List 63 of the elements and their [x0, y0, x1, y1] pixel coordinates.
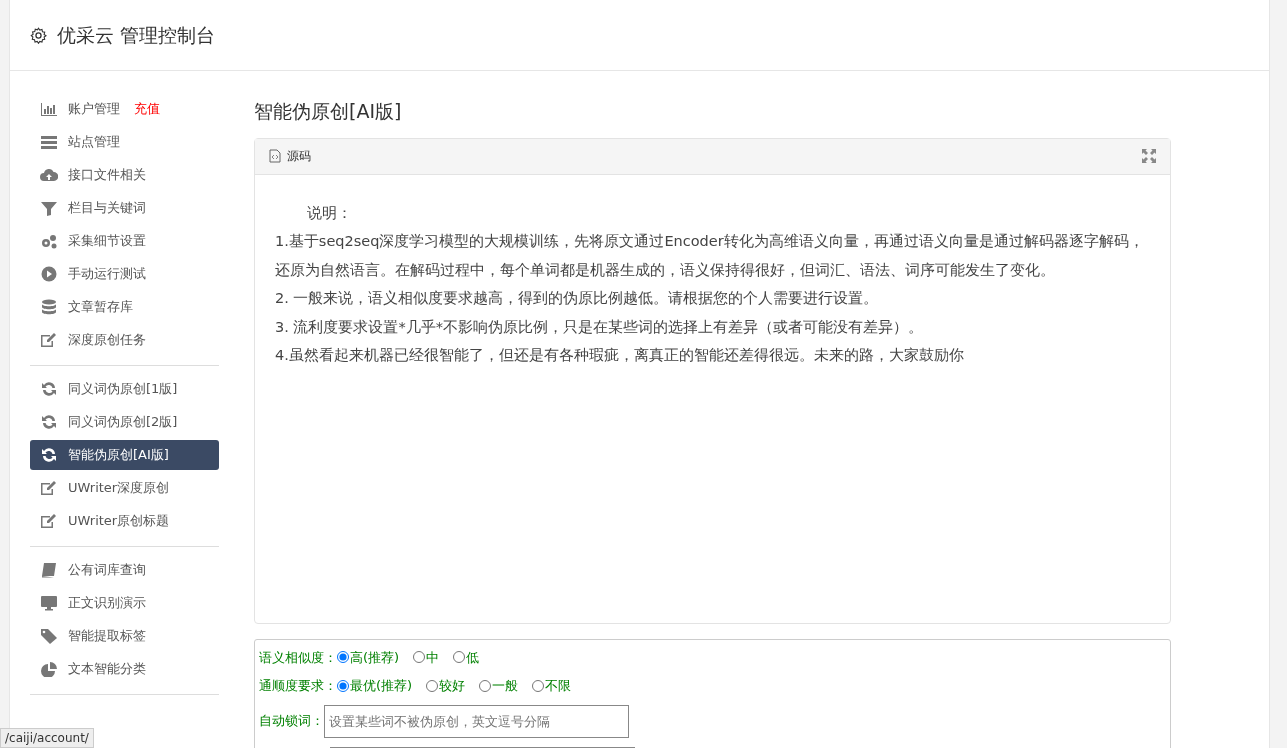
option-label: 不限 [545, 677, 572, 695]
settings-icon[interactable] [30, 26, 47, 44]
radio-button[interactable] [337, 679, 349, 692]
tag-icon [40, 628, 58, 644]
app-title: 优采云 管理控制台 [57, 22, 216, 48]
edit-icon [40, 480, 58, 496]
cloud-upload-icon [40, 167, 58, 183]
sidebar-item[interactable]: 文本智能分类 [30, 654, 219, 684]
edit-icon [40, 332, 58, 348]
sidebar-item[interactable]: 手动运行测试 [30, 259, 219, 289]
sidebar-item[interactable]: 智能伪原创[AI版] [30, 440, 219, 470]
refresh-icon [40, 381, 58, 397]
sidebar-item[interactable]: 公有词库查询 [30, 555, 219, 585]
monitor-icon [40, 595, 58, 611]
sidebar-item[interactable]: 同义词伪原创[2版] [30, 407, 219, 437]
status-url: /caiji/account/ [0, 728, 94, 748]
edit-icon [40, 513, 58, 529]
note-line: 1.基于seq2seq深度学习模型的大规模训练，先将原文通过Encoder转化为高维语义向量，再通过语义向量是通过解码器逐字解码，还原为自然语言。在解码过程中，每个单词都是机器生成的，语义保持得很好，但词汇、语法、词序可能发生了变化。 [275, 232, 1145, 280]
sidebar-item[interactable]: 站点管理 [30, 127, 219, 157]
refresh-icon [40, 414, 58, 430]
sidebar-item[interactable]: UWriter深度原创 [30, 473, 219, 503]
option-label: 中 [426, 648, 440, 667]
sidebar-item[interactable]: 同义词伪原创[1版] [30, 374, 219, 404]
field-label: 语义相似度： [259, 648, 337, 667]
notes-heading: 说明： [306, 203, 353, 223]
book-icon [40, 562, 58, 578]
note-line: 4.虽然看起来机器已经很智能了，但还是有各种瑕疵，离真正的智能还差得很远。未来的路，大家鼓励你 [275, 346, 965, 365]
radio-button[interactable] [337, 651, 349, 664]
option-label: 高(推荐) [350, 648, 400, 667]
play-icon [40, 266, 58, 282]
sidebar-item[interactable]: UWriter原创标题 [30, 506, 219, 536]
note-line: 2. 一般来说，语义相似度要求越高，得到的伪原比例越低。请根据您的个人需要进行设置。 [275, 289, 880, 308]
code-file-icon [269, 149, 281, 163]
panel-title: 源码 [287, 148, 311, 165]
bar-chart-icon [40, 101, 58, 117]
sidebar-item[interactable]: 接口文件相关 [30, 160, 219, 190]
radio-button[interactable] [413, 651, 426, 664]
server-icon [40, 134, 58, 150]
pie-chart-icon [40, 661, 58, 677]
sidebar-item[interactable]: 栏目与关键词 [30, 193, 219, 223]
sidebar-item[interactable]: 文章暂存库 [30, 292, 219, 322]
sidebar-item[interactable]: 正文识别演示 [30, 588, 219, 618]
fullscreen-icon[interactable] [1142, 149, 1156, 163]
sidebar-item[interactable]: 深度原创任务 [30, 325, 219, 355]
note-line: 3. 流利度要求设置*几乎*不影响伪原比例，只是在某些词的选择上有差异（或者可能没有差异）。 [275, 317, 924, 337]
radio-button[interactable] [453, 651, 466, 664]
filter-icon [40, 200, 58, 216]
field-label: 通顺度要求： [259, 677, 337, 695]
option-label: 较好 [439, 677, 466, 695]
option-label: 一般 [492, 677, 519, 695]
option-label: 最优(推荐) [350, 677, 413, 695]
database-icon [40, 299, 58, 315]
radio-button[interactable] [532, 679, 545, 692]
input-field[interactable]: 设置某些词不被伪原创，英文逗号分隔 [324, 704, 629, 738]
field-label: 自动锁词： [259, 712, 324, 731]
radio-button[interactable] [426, 679, 439, 692]
page-title: 智能伪原创[AI版] [254, 99, 403, 124]
refresh-icon [40, 447, 58, 463]
sidebar-item[interactable]: 智能提取标签 [30, 621, 219, 651]
sidebar-item[interactable]: 账户管理 充值 [30, 94, 219, 124]
sidebar-item[interactable]: 采集细节设置 [30, 226, 219, 256]
option-label: 低 [466, 648, 480, 667]
radio-button[interactable] [479, 679, 492, 692]
